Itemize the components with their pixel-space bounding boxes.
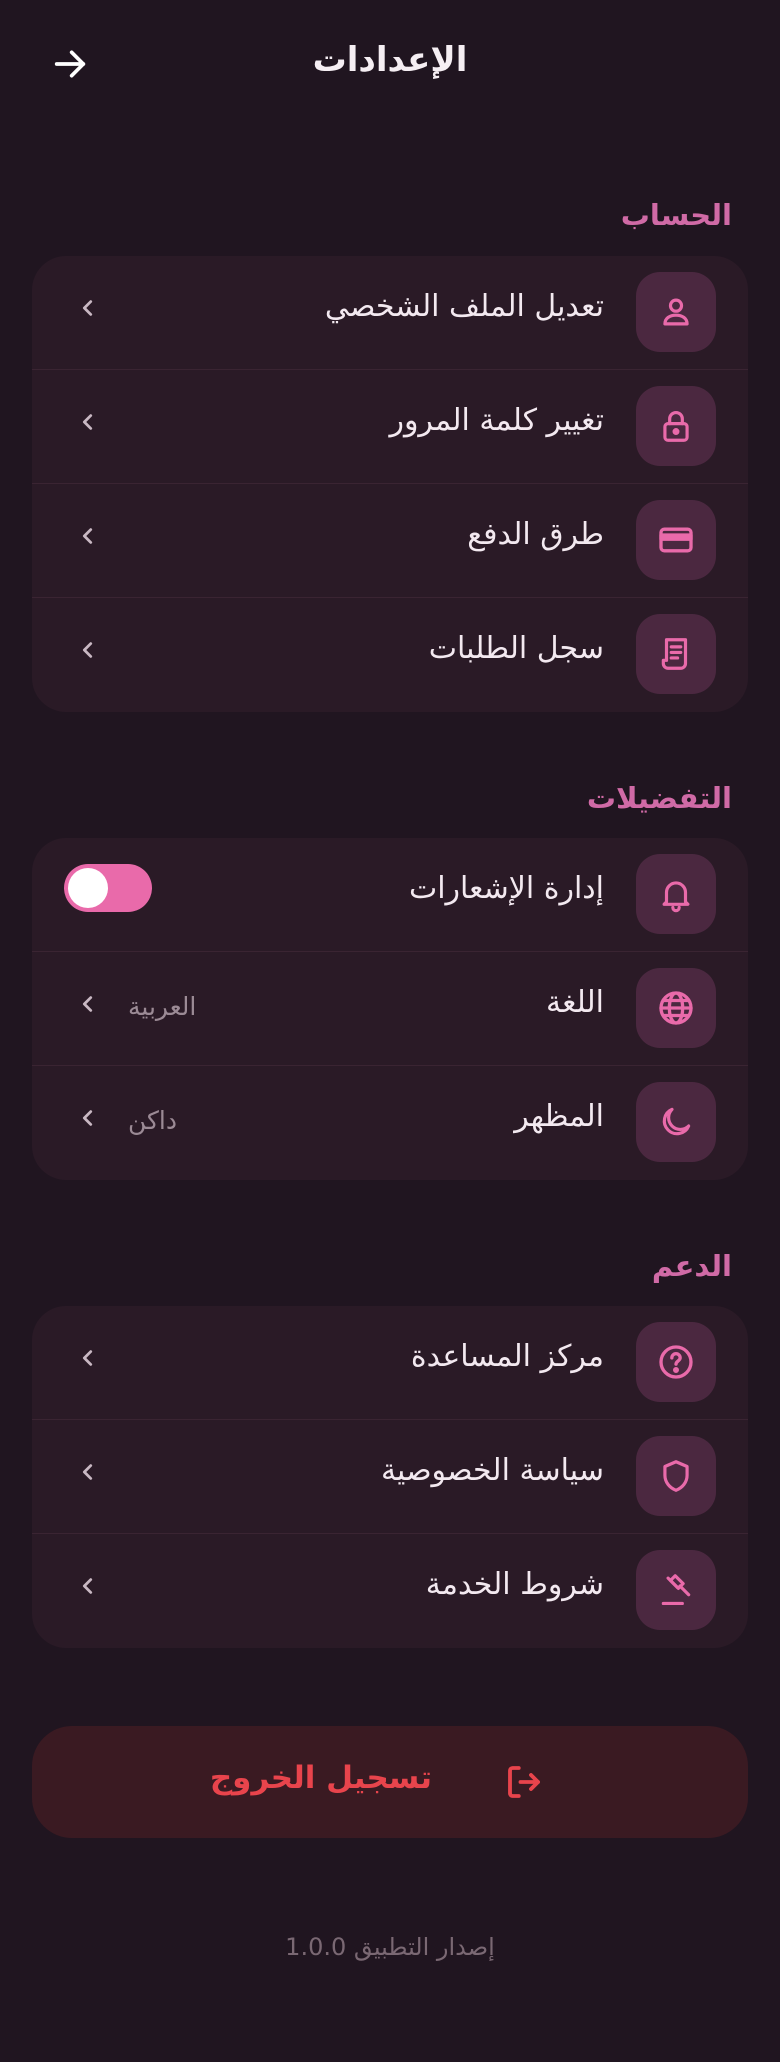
chevron-left-icon <box>74 408 102 436</box>
moon-icon <box>636 1082 716 1162</box>
gavel-icon <box>636 1550 716 1630</box>
help-circle-icon <box>636 1322 716 1402</box>
row-language[interactable]: اللغة العربية <box>32 952 748 1066</box>
shield-icon <box>636 1436 716 1516</box>
settings-screen: الإعدادات الحساب تعديل الملف الشخصي تغيي… <box>0 0 780 2062</box>
row-help-center[interactable]: مركز المساعدة <box>32 1306 748 1420</box>
language-value: العربية <box>128 992 197 1021</box>
bell-icon <box>636 854 716 934</box>
row-label: تعديل الملف الشخصي <box>324 289 604 324</box>
section-title-account: الحساب <box>620 198 732 232</box>
row-label: إدارة الإشعارات <box>408 871 604 906</box>
page-title: الإعدادات <box>312 40 468 80</box>
logout-label: تسجيل الخروج <box>209 1760 432 1796</box>
notifications-toggle[interactable] <box>64 864 152 912</box>
account-card: تعديل الملف الشخصي تغيير كلمة المرور طرق… <box>32 256 748 712</box>
row-label: تغيير كلمة المرور <box>389 403 604 438</box>
lock-icon <box>636 386 716 466</box>
chevron-left-icon <box>74 1458 102 1486</box>
row-edit-profile[interactable]: تعديل الملف الشخصي <box>32 256 748 370</box>
chevron-left-icon <box>74 1572 102 1600</box>
appearance-value: داكن <box>128 1106 178 1135</box>
preferences-card: إدارة الإشعارات اللغة العربية المظهر داك… <box>32 838 748 1180</box>
row-label: المظهر <box>514 1099 604 1134</box>
row-label: طرق الدفع <box>467 517 604 552</box>
row-label: مركز المساعدة <box>410 1339 604 1374</box>
credit-card-icon <box>636 500 716 580</box>
row-label: شروط الخدمة <box>425 1567 604 1602</box>
row-change-password[interactable]: تغيير كلمة المرور <box>32 370 748 484</box>
chevron-left-icon <box>74 294 102 322</box>
chevron-left-icon <box>74 522 102 550</box>
row-notifications: إدارة الإشعارات <box>32 838 748 952</box>
user-icon <box>636 272 716 352</box>
section-title-preferences: التفضيلات <box>586 781 732 815</box>
chevron-left-icon <box>74 990 102 1018</box>
chevron-left-icon <box>74 1344 102 1372</box>
section-title-support: الدعم <box>651 1249 732 1283</box>
app-version: إصدار التطبيق 1.0.0 <box>285 1933 495 1961</box>
row-terms-of-service[interactable]: شروط الخدمة <box>32 1534 748 1648</box>
globe-icon <box>636 968 716 1048</box>
receipt-icon <box>636 614 716 694</box>
logout-button[interactable]: تسجيل الخروج <box>32 1726 748 1838</box>
logout-icon <box>502 1760 546 1804</box>
support-card: مركز المساعدة سياسة الخصوصية شروط الخدمة <box>32 1306 748 1648</box>
row-order-history[interactable]: سجل الطلبات <box>32 598 748 712</box>
chevron-left-icon <box>74 1104 102 1132</box>
top-bar: الإعدادات <box>0 0 780 132</box>
row-label: سجل الطلبات <box>428 631 604 666</box>
row-label: سياسة الخصوصية <box>380 1453 604 1488</box>
row-privacy-policy[interactable]: سياسة الخصوصية <box>32 1420 748 1534</box>
row-label: اللغة <box>546 985 604 1020</box>
toggle-knob <box>68 868 108 908</box>
chevron-left-icon <box>74 636 102 664</box>
row-appearance[interactable]: المظهر داكن <box>32 1066 748 1180</box>
row-payment-methods[interactable]: طرق الدفع <box>32 484 748 598</box>
